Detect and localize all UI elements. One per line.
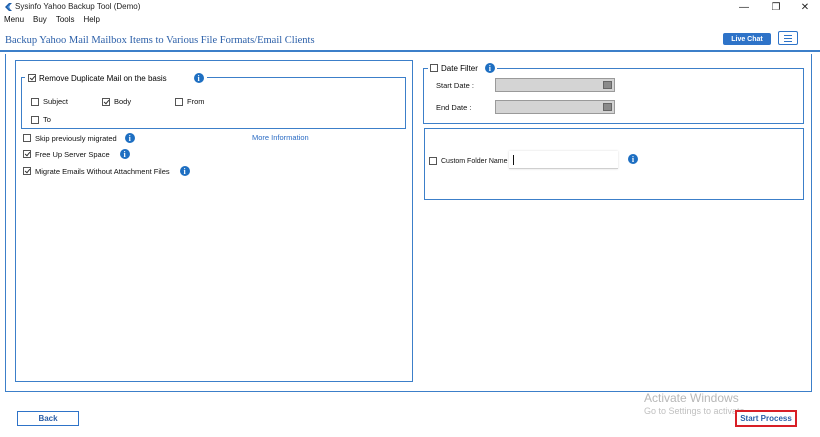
date-filter-checkbox[interactable] <box>430 64 438 72</box>
to-checkbox[interactable] <box>31 115 39 124</box>
date-filter-label: Date Filter <box>441 63 478 73</box>
custom-folder-checkbox[interactable] <box>429 157 437 165</box>
start-date-label: Start Date : <box>436 81 474 90</box>
from-checkbox[interactable] <box>175 97 183 106</box>
duplicate-options-group <box>21 77 406 129</box>
info-icon[interactable]: i <box>193 73 204 83</box>
menu-item-menu[interactable]: Menu <box>4 15 24 26</box>
app-logo-icon <box>5 3 12 11</box>
custom-folder-input[interactable] <box>509 151 618 169</box>
from-option[interactable]: From <box>175 97 205 106</box>
body-checkbox[interactable] <box>102 97 110 106</box>
text-caret <box>513 155 514 165</box>
free-space-label: Free Up Server Space <box>35 149 110 159</box>
info-icon[interactable]: i <box>628 154 638 164</box>
remove-duplicate-toggle[interactable]: Remove Duplicate Mail on the basis i <box>25 73 207 83</box>
hamburger-icon <box>784 34 792 42</box>
info-icon[interactable]: i <box>124 133 135 143</box>
menu-bar: Menu Buy Tools Help <box>0 15 100 26</box>
body-option[interactable]: Body <box>102 97 131 106</box>
skip-migrated-checkbox[interactable] <box>23 134 31 142</box>
window-title: Sysinfo Yahoo Backup Tool (Demo) <box>15 2 141 11</box>
skip-migrated-label: Skip previously migrated <box>35 133 117 143</box>
start-date-input[interactable] <box>495 78 615 92</box>
activate-windows-watermark: Activate Windows <box>644 391 739 405</box>
skip-migrated-option[interactable]: Skip previously migrated i <box>23 133 135 143</box>
calendar-icon[interactable] <box>603 81 612 89</box>
maximize-button[interactable]: ❐ <box>761 0 791 14</box>
activate-windows-hint: Go to Settings to activate <box>644 406 745 416</box>
menu-item-help[interactable]: Help <box>84 15 100 26</box>
calendar-icon[interactable] <box>603 103 612 111</box>
date-filter-group <box>423 68 804 124</box>
hamburger-menu-button[interactable] <box>778 31 798 45</box>
remove-duplicate-checkbox[interactable] <box>28 74 36 82</box>
end-date-input[interactable] <box>495 100 615 114</box>
more-information-link[interactable]: More Information <box>252 133 309 142</box>
subject-option[interactable]: Subject <box>31 97 68 106</box>
no-attachments-checkbox[interactable] <box>23 167 31 175</box>
remove-duplicate-label: Remove Duplicate Mail on the basis <box>39 73 167 83</box>
to-option[interactable]: To <box>31 115 51 124</box>
from-label: From <box>187 97 205 106</box>
back-button[interactable]: Back <box>17 411 79 426</box>
subject-checkbox[interactable] <box>31 97 39 106</box>
info-icon[interactable]: i <box>119 149 130 159</box>
no-attachments-option[interactable]: Migrate Emails Without Attachment Files … <box>23 166 190 176</box>
no-attachments-label: Migrate Emails Without Attachment Files <box>35 166 170 176</box>
title-bar: Sysinfo Yahoo Backup Tool (Demo) — ❐ ✕ <box>0 0 820 14</box>
free-space-checkbox[interactable] <box>23 150 31 158</box>
end-date-label: End Date : <box>436 103 472 112</box>
custom-folder-label: Custom Folder Name <box>441 157 508 165</box>
page-title: Backup Yahoo Mail Mailbox Items to Vario… <box>5 35 315 46</box>
date-filter-toggle[interactable]: Date Filter i <box>428 63 497 73</box>
menu-item-buy[interactable]: Buy <box>33 15 47 26</box>
info-icon[interactable]: i <box>484 63 495 73</box>
close-button[interactable]: ✕ <box>790 0 820 14</box>
custom-folder-option[interactable]: Custom Folder Name <box>429 157 508 165</box>
live-chat-button[interactable]: Live Chat <box>723 33 771 45</box>
minimize-button[interactable]: — <box>729 0 759 14</box>
subject-label: Subject <box>43 97 69 106</box>
header-bar: Backup Yahoo Mail Mailbox Items to Vario… <box>0 28 820 52</box>
menu-item-tools[interactable]: Tools <box>56 15 75 26</box>
to-label: To <box>43 115 51 124</box>
body-label: Body <box>114 97 132 106</box>
start-process-button[interactable]: Start Process <box>735 410 797 427</box>
free-space-option[interactable]: Free Up Server Space i <box>23 149 130 159</box>
info-icon[interactable]: i <box>179 166 190 176</box>
